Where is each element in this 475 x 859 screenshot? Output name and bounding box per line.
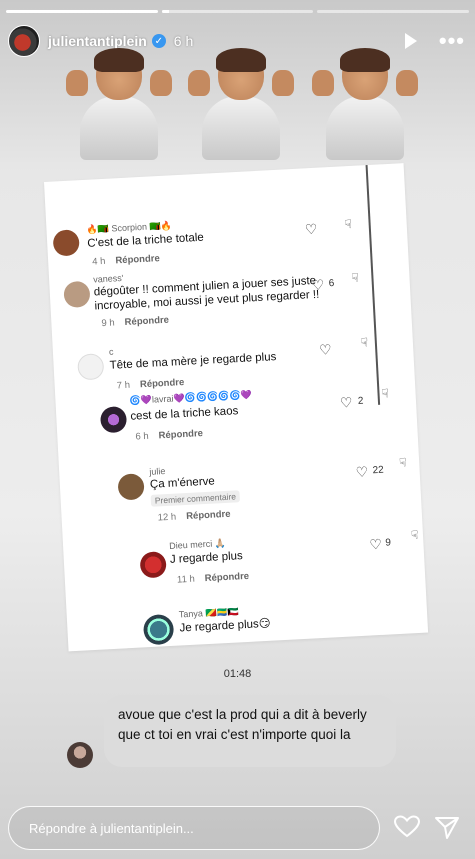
comment-meta: 11 h Répondre — [177, 571, 250, 586]
comment-meta: 4 h Répondre — [92, 253, 160, 268]
comment-avatar — [117, 473, 145, 501]
comment-meta: 6 h Répondre — [135, 428, 203, 443]
heart-outline-icon[interactable]: ♡ — [319, 341, 332, 359]
reply-link[interactable]: Répondre — [115, 253, 160, 266]
reply-placeholder: Répondre à julientantiplein... — [29, 820, 194, 836]
comment-text: J regarde plus — [169, 550, 244, 566]
like-count: 9 — [385, 537, 392, 549]
comment-user: vaness' — [92, 272, 124, 285]
username[interactable]: julientantiplein — [48, 33, 147, 49]
progress-segment — [317, 10, 470, 13]
dislike-icon[interactable]: ☟ — [360, 335, 368, 349]
more-options-icon[interactable]: ••• — [439, 28, 465, 54]
sender-avatar — [67, 742, 93, 768]
story-view: julientantiplein ✓ 6 h ••• 🔥🇿🇲 Scorpion … — [0, 0, 475, 859]
first-comment-badge: Premier commentaire — [150, 490, 241, 507]
dislike-icon[interactable]: ☟ — [411, 528, 419, 542]
comment-avatar — [52, 229, 80, 257]
comment-text: Tête de ma mère je regarde plus — [109, 351, 277, 372]
post-time: 6 h — [173, 33, 194, 49]
verified-badge-icon: ✓ — [151, 34, 166, 48]
comment-text: dégoûter !! comment julien a jouer ses j… — [93, 274, 320, 313]
comment-avatar — [142, 613, 175, 646]
shrug-emoji — [188, 48, 294, 160]
message-timestamp: 01:48 — [223, 668, 252, 680]
comments-screenshot: 🔥🇿🇲 Scorpion 🇿🇲🔥 C'est de la triche tota… — [44, 163, 429, 652]
heart-icon[interactable] — [394, 815, 420, 839]
progress-segment — [161, 10, 314, 13]
dislike-icon[interactable]: ☟ — [351, 271, 359, 285]
progress-segment — [6, 10, 158, 13]
comment-text: cest de la triche kaos — [130, 405, 239, 423]
comment-time: 11 h — [176, 573, 196, 586]
comment-time: 6 h — [135, 430, 149, 443]
comment-time: 12 h — [157, 511, 177, 524]
comment-time: 7 h — [116, 379, 131, 392]
comment-user: julie — [149, 466, 166, 477]
comment-meta: 12 h Répondre — [157, 509, 230, 524]
comment-item: 🌀💜lavrai💜🌀🌀🌀🌀🌀💜 cest de la triche kaos 6… — [55, 381, 415, 443]
heart-outline-icon[interactable]: ♡ — [311, 276, 324, 294]
comment-avatar — [139, 551, 167, 579]
comment-item: Dieu merci 🙏🏼 J regarde plus 11 h Répondr… — [63, 528, 423, 586]
shrug-emoji — [312, 48, 418, 160]
like-count: 6 — [328, 277, 335, 290]
comment-avatar — [77, 353, 105, 381]
reply-link[interactable]: Répondre — [124, 315, 169, 328]
dislike-icon[interactable]: ☟ — [399, 455, 407, 469]
heart-outline-icon[interactable]: ♡ — [304, 221, 317, 239]
comment-user: c — [108, 346, 114, 357]
send-icon[interactable] — [434, 815, 460, 841]
shrug-emoji — [66, 48, 172, 160]
comment-meta: 7 h Répondre — [116, 377, 184, 392]
comment-meta: 9 h Répondre — [101, 315, 169, 330]
progress-fill — [161, 10, 170, 13]
avatar[interactable] — [8, 25, 40, 57]
story-progress — [6, 10, 470, 13]
reply-link[interactable]: Répondre — [158, 428, 203, 441]
comment-avatar — [63, 280, 91, 309]
dislike-icon[interactable]: ☟ — [381, 386, 389, 400]
reply-input[interactable]: Répondre à julientantiplein... — [8, 806, 380, 850]
comment-item: julie Ça m'énerve Premier commentaire 12… — [59, 453, 419, 524]
dislike-icon[interactable]: ☟ — [344, 217, 352, 231]
play-icon[interactable] — [404, 33, 417, 49]
like-count: 2 — [357, 395, 364, 407]
message-bubble: avoue que c'est la prod qui a dit à beve… — [104, 695, 396, 767]
comment-time: 4 h — [91, 255, 106, 268]
reply-link[interactable]: Répondre — [140, 377, 185, 390]
comment-item: 🔥🇿🇲 Scorpion 🇿🇲🔥 C'est de la triche tota… — [46, 208, 406, 268]
comment-text: Ça m'énerve — [149, 475, 216, 491]
heart-outline-icon[interactable]: ♡ — [355, 463, 368, 481]
comment-item: Tanya 🇨🇬🇬🇦🇰🇼 Je regarde plus😏 — [67, 595, 427, 646]
comment-time: 9 h — [101, 317, 115, 330]
like-count: 22 — [372, 464, 384, 477]
reply-link[interactable]: Répondre — [204, 571, 249, 584]
heart-outline-icon[interactable]: ♡ — [369, 536, 382, 554]
reply-link[interactable]: Répondre — [186, 509, 231, 522]
heart-outline-icon[interactable]: ♡ — [340, 394, 353, 412]
comment-avatar — [99, 406, 128, 434]
progress-fill — [6, 10, 158, 13]
comment-item: c Tête de ma mère je regarde plus 7 h Rép… — [53, 331, 413, 391]
